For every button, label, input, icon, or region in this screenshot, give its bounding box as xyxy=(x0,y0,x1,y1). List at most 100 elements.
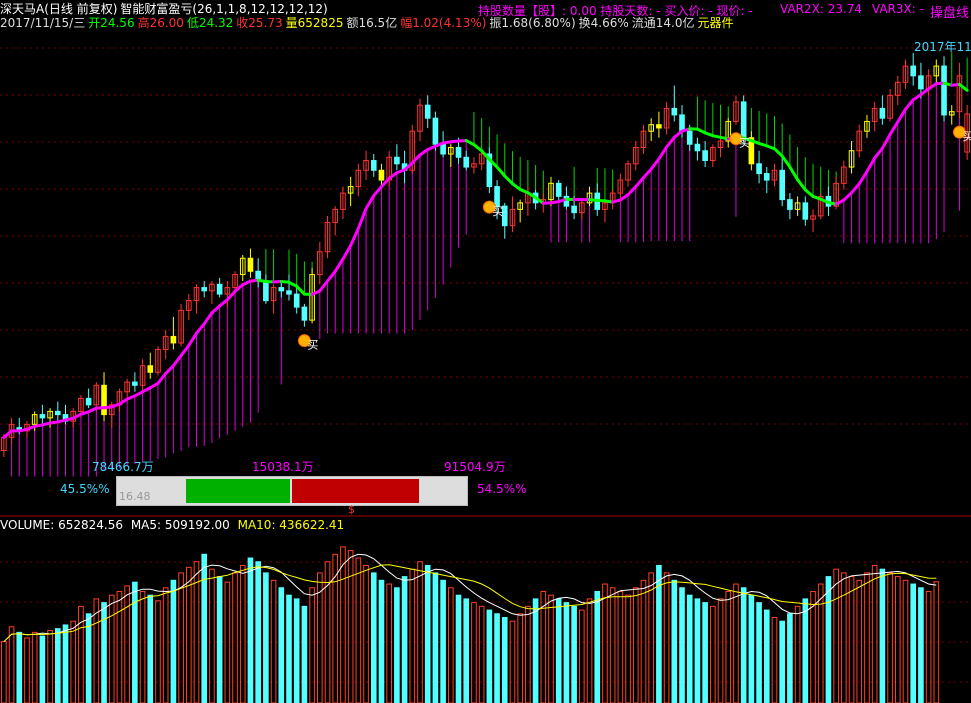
candle-body xyxy=(286,290,292,295)
balance-level-value: 16.48 xyxy=(119,490,151,503)
volume-bar xyxy=(686,594,693,703)
volume-bar xyxy=(424,564,431,703)
balance-right-amount: 91504.9万 xyxy=(444,460,506,474)
volume-bar xyxy=(147,594,154,703)
quote-volume: 量652825 xyxy=(285,16,344,30)
ma-line-segment xyxy=(202,311,214,326)
volume-bar xyxy=(232,572,238,703)
volume-bar xyxy=(209,568,215,703)
volume-bar xyxy=(925,590,932,703)
ma-line-segment xyxy=(179,343,191,358)
candle-body xyxy=(85,397,92,406)
volume-bar xyxy=(54,628,61,703)
volume-bar xyxy=(517,613,523,703)
volume-bar xyxy=(293,598,300,703)
candle-body xyxy=(170,335,177,344)
volume-bar xyxy=(779,620,786,703)
volume-bar xyxy=(702,602,708,703)
volume-value: VOLUME: 652824.56 xyxy=(0,518,123,532)
candle-body xyxy=(394,156,400,165)
volume-bar xyxy=(879,568,886,703)
candle-body xyxy=(216,283,223,295)
candle-body xyxy=(571,205,577,214)
volume-bar xyxy=(155,600,161,703)
ma-line-segment xyxy=(318,279,330,293)
volume-bar xyxy=(440,579,446,703)
ma-line-segment xyxy=(903,98,915,111)
volume-bar xyxy=(679,587,685,703)
volume-bar xyxy=(455,594,462,703)
volume-bar xyxy=(340,546,346,703)
volume-bar xyxy=(733,583,739,703)
candle-body xyxy=(694,143,701,152)
volume-bar xyxy=(841,572,847,703)
ma-line-segment xyxy=(796,178,807,192)
ma-line-segment xyxy=(356,207,368,231)
ma-line-segment xyxy=(649,157,661,171)
candle-body xyxy=(370,160,377,171)
balance-red-segment xyxy=(292,479,419,503)
volume-bar xyxy=(201,553,208,703)
volume-bar xyxy=(448,587,454,703)
ma-line-segment xyxy=(171,354,183,368)
volume-bar xyxy=(216,576,223,703)
ma-line-segment xyxy=(850,182,861,195)
volume-bar xyxy=(116,590,123,703)
volume-bar xyxy=(771,616,778,703)
balance-right-pct: 54.5%% xyxy=(477,482,527,496)
ma-line-segment xyxy=(865,156,877,174)
candle-body xyxy=(455,147,462,158)
volume-bar xyxy=(355,557,362,703)
candle-body xyxy=(941,65,947,116)
buy-signal-label: 买 xyxy=(492,205,503,218)
balance-left-pct: 45.5%% xyxy=(60,482,110,496)
quote-amplitude: 振1.68(6.80%) xyxy=(489,16,576,30)
buy-signal-label: 买 xyxy=(307,339,318,352)
balance-mid-amount: 15038.1万 xyxy=(252,460,314,474)
ma-line-segment xyxy=(495,165,507,178)
volume-bar xyxy=(501,616,508,703)
volume-bar xyxy=(555,598,562,703)
volume-bar xyxy=(47,630,53,703)
var3x: VAR3X: - xyxy=(871,2,924,16)
volume-bar xyxy=(810,590,816,703)
volume-bar xyxy=(301,605,308,703)
quote-turnover: 换4.66% xyxy=(578,16,629,30)
ma-line-segment xyxy=(225,289,237,302)
ma-line-segment xyxy=(2,429,14,439)
volume-bar xyxy=(263,572,269,703)
candle-body xyxy=(39,414,46,419)
ma-line-segment xyxy=(333,257,345,273)
volume-bar xyxy=(617,590,624,703)
ma-line-segment xyxy=(842,191,854,202)
candle-body xyxy=(424,104,431,119)
candle-body xyxy=(147,365,154,373)
ma-line-segment xyxy=(410,153,422,165)
volume-bar xyxy=(1,641,7,703)
volume-bar xyxy=(648,572,654,703)
var-info: VAR2X: 23.74 VAR3X: - xyxy=(780,2,924,16)
candle-body xyxy=(201,287,208,292)
indicator-name: 智能财富盈亏(26,1,1,8,12,12,12,12) xyxy=(120,2,328,16)
candle-body xyxy=(463,156,470,168)
volume-bar xyxy=(463,598,470,703)
volume-bar xyxy=(756,602,762,703)
quote-amount: 额16.5亿 xyxy=(346,16,398,30)
volume-bar xyxy=(178,572,184,703)
volume-bar xyxy=(833,568,839,703)
candle-body xyxy=(686,130,693,145)
volume-bar xyxy=(694,598,701,703)
candle-body xyxy=(918,75,924,90)
volume-bar xyxy=(347,550,354,703)
ma-line-segment xyxy=(873,146,884,160)
cur-price-value: - xyxy=(748,4,753,18)
volume-bar xyxy=(717,598,724,703)
volume-bar xyxy=(794,605,801,703)
volume-bar xyxy=(725,590,732,703)
stock-title: 深天马A(日线 前复权) xyxy=(0,2,118,16)
quote-date: 2017/11/15/三 xyxy=(0,16,86,30)
buy-signal-label: 买 xyxy=(739,137,750,150)
candle-body xyxy=(802,202,809,220)
volume-bar xyxy=(432,572,439,703)
ma-line-segment xyxy=(210,304,222,315)
